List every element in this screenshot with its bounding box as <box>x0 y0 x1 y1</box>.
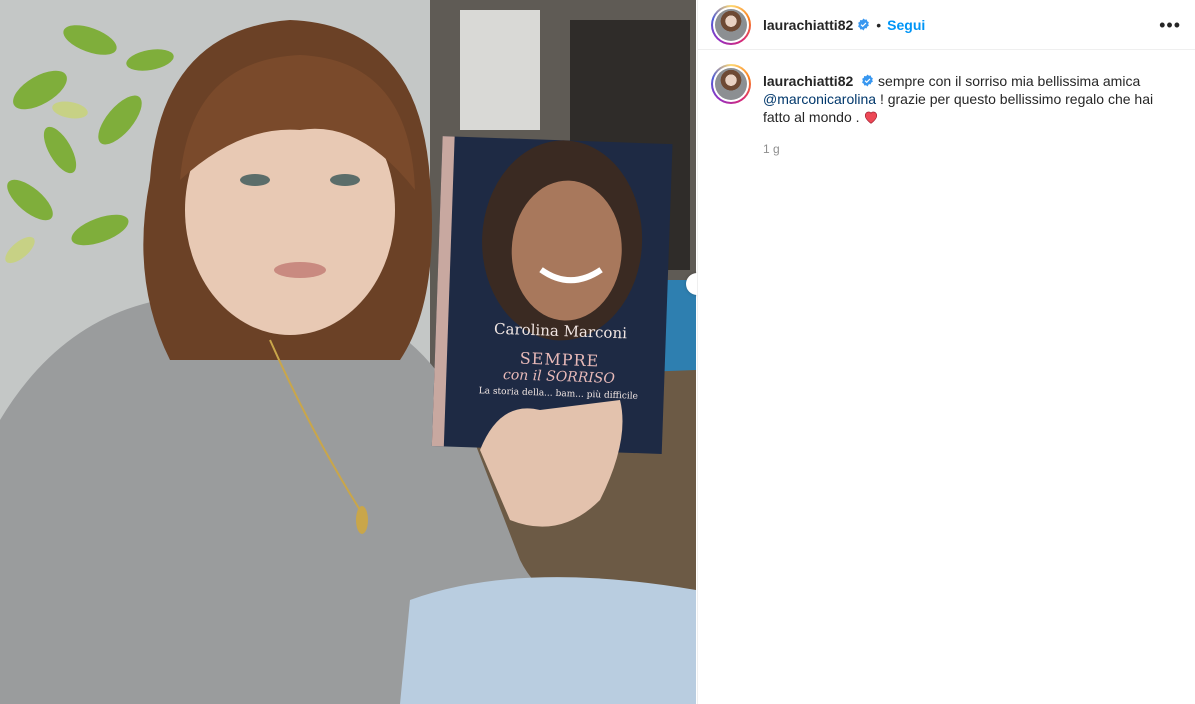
book-cover-text: Carolina Marconi SEMPRE con il SORRISO L… <box>451 318 669 402</box>
caption-text-start: sempre con il sorriso mia bellissima ami… <box>878 73 1141 89</box>
post-timestamp: 1 g <box>763 142 780 156</box>
post-header: laurachiatti82 • Segui ••• <box>698 0 1195 50</box>
post-photo[interactable]: Carolina Marconi SEMPRE con il SORRISO L… <box>0 0 696 704</box>
separator-dot: • <box>876 16 882 33</box>
author-avatar[interactable] <box>711 4 751 45</box>
follow-button[interactable]: Segui <box>887 17 925 33</box>
mention-link[interactable]: @marconicarolina <box>763 91 876 107</box>
verified-badge-icon <box>858 18 870 31</box>
heart-emoji-icon <box>865 111 878 124</box>
author-username[interactable]: laurachiatti82 <box>763 17 853 33</box>
caption-author-avatar[interactable] <box>711 64 751 104</box>
more-options-icon[interactable]: ••• <box>1159 16 1181 34</box>
caption-comment: laurachiatti82 sempre con il sorriso mia… <box>698 50 1195 158</box>
verified-badge-icon <box>862 74 874 87</box>
caption-body: laurachiatti82 sempre con il sorriso mia… <box>763 72 1163 158</box>
caption-username[interactable]: laurachiatti82 <box>763 73 853 89</box>
post-details-panel: laurachiatti82 • Segui ••• laurachiatti8… <box>697 0 1195 704</box>
